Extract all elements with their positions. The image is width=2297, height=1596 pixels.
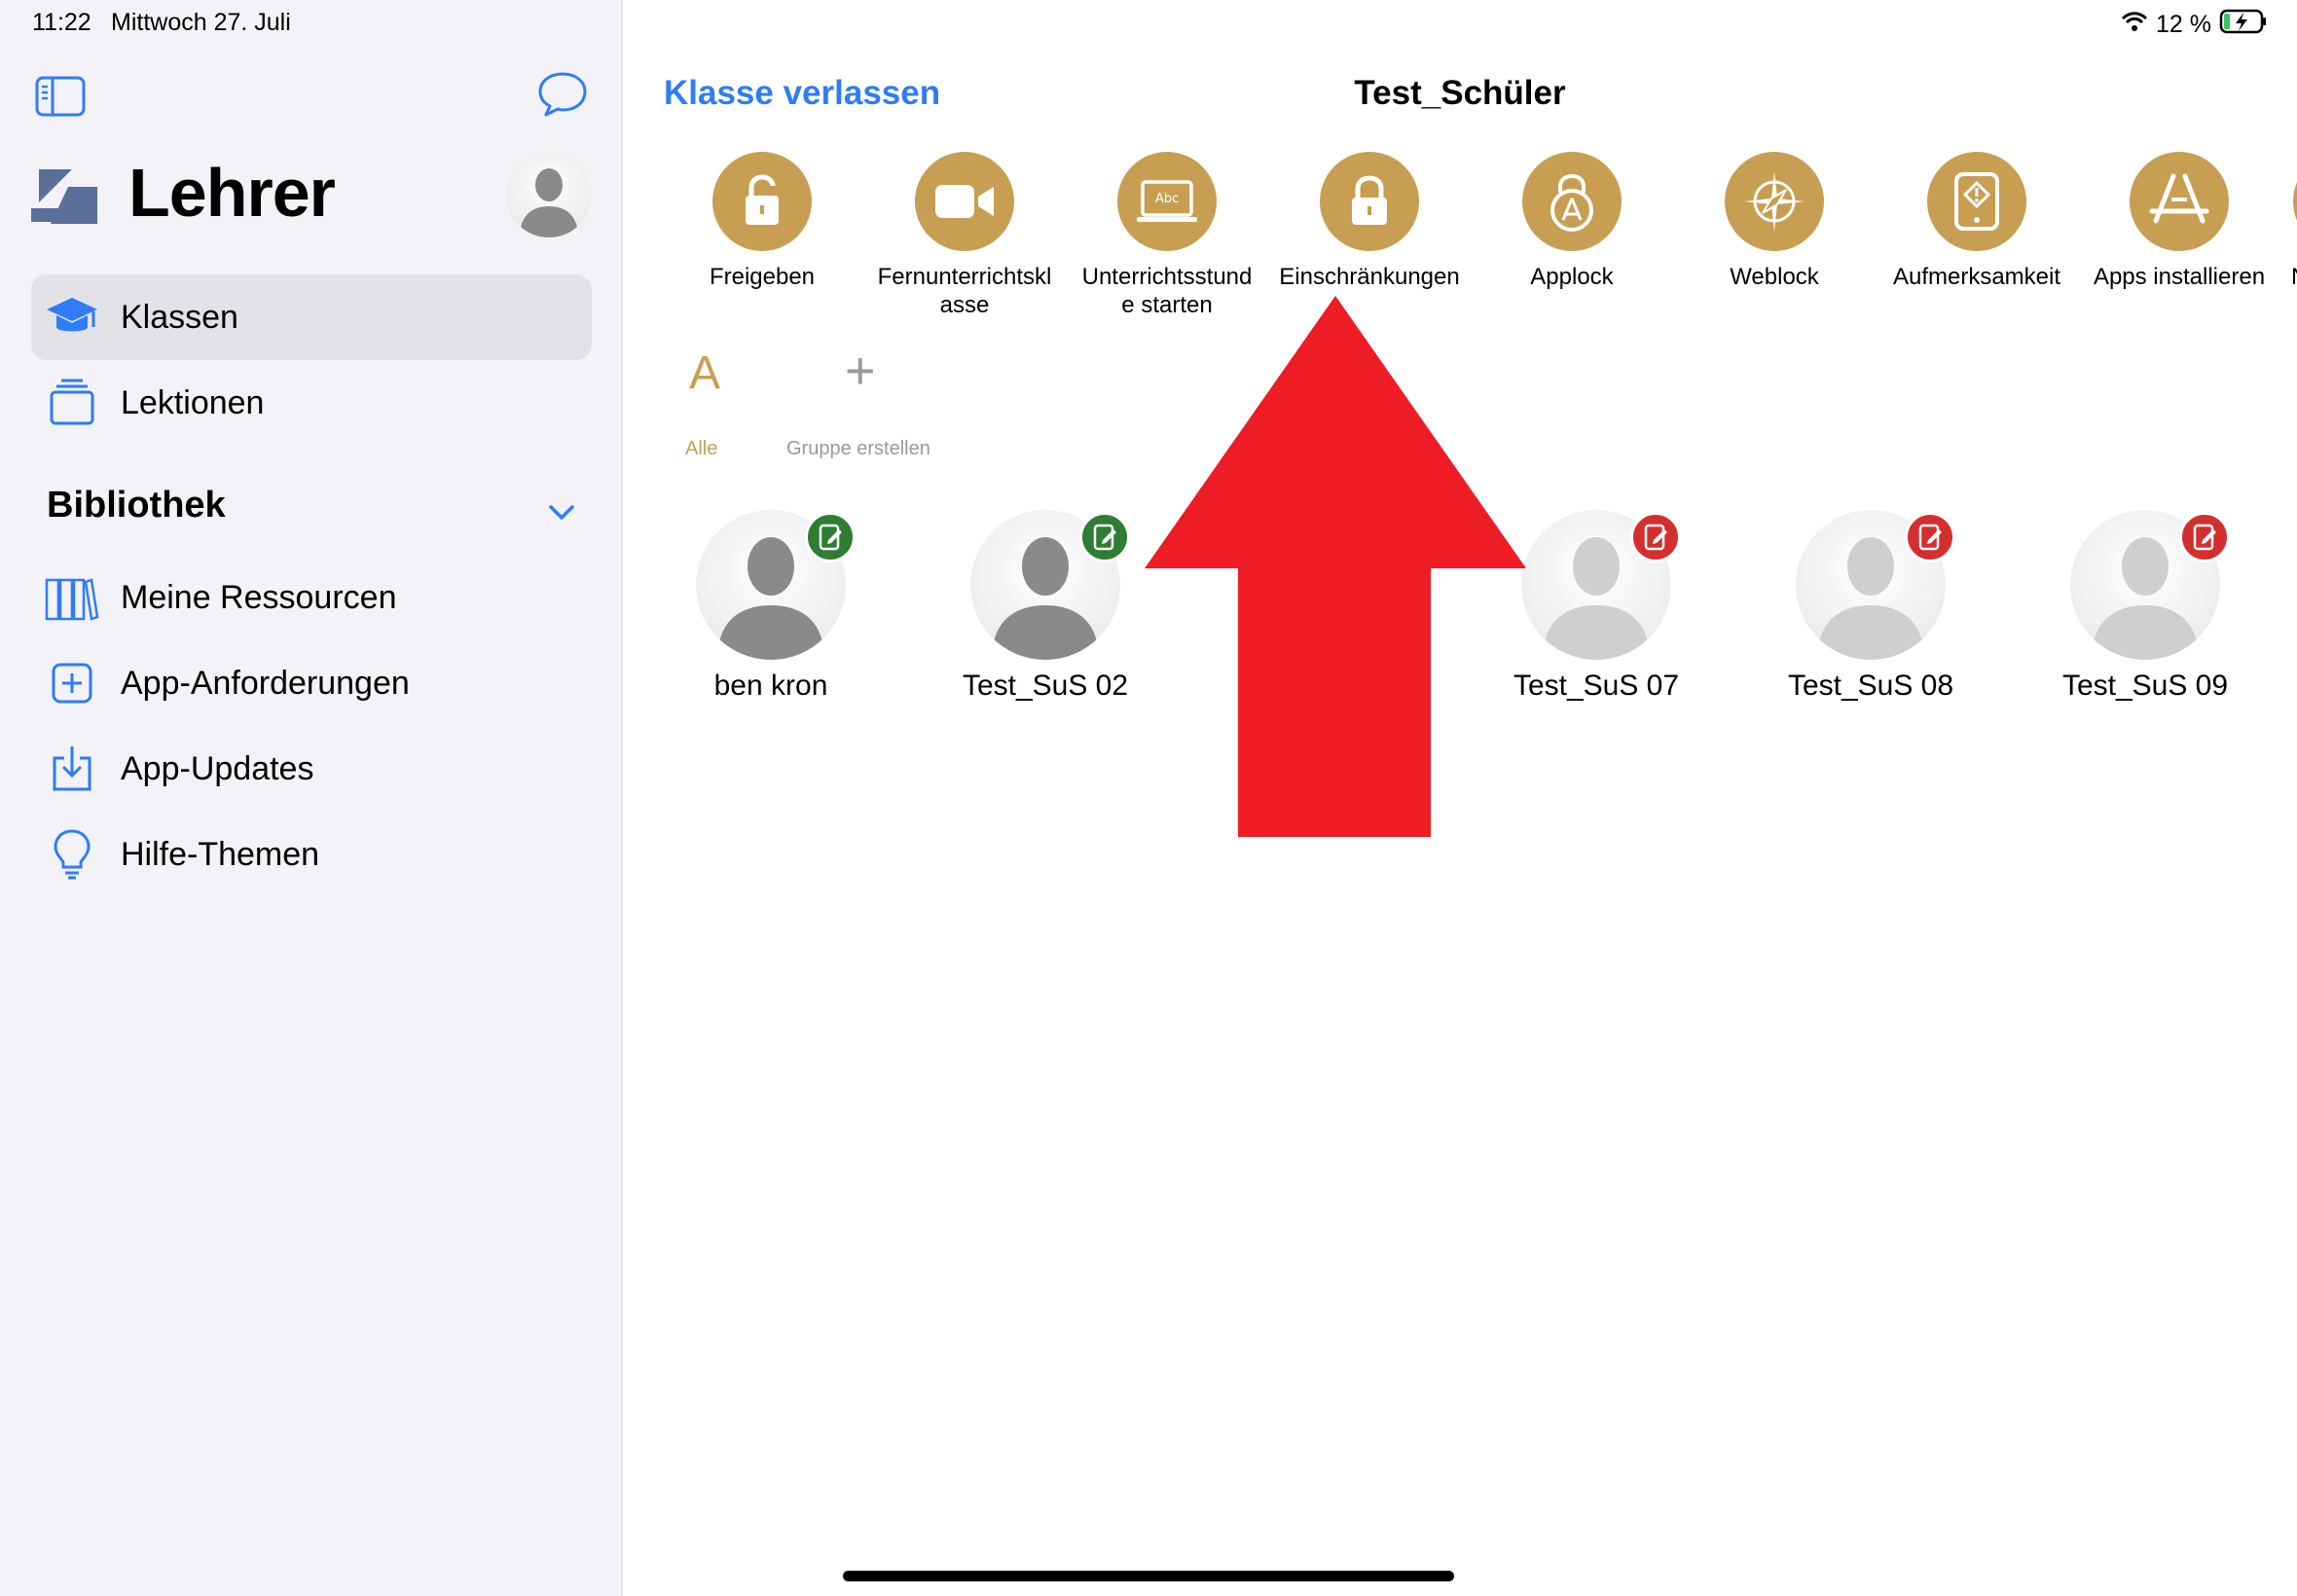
action-aufmerksamkeit[interactable]: Aufmerksamkeit xyxy=(1877,152,2077,291)
app-logo-icon xyxy=(29,163,99,228)
action-label: Freigeben xyxy=(709,264,816,290)
student-name: ben kron xyxy=(713,670,828,702)
lightbulb-icon xyxy=(45,827,99,882)
sidebar-item-label: Hilfe-Themen xyxy=(121,835,320,873)
sidebar-item-label: App-Updates xyxy=(121,749,314,787)
red-arrow-annotation-icon xyxy=(1141,292,1530,839)
action-weblock[interactable]: Weblock xyxy=(1674,152,1875,291)
sidebar-item-label: Lektionen xyxy=(121,383,265,421)
action-label: Applock xyxy=(1530,264,1614,290)
online-device-badge-icon xyxy=(1079,512,1130,562)
action-label: Fernunterrichtskl asse xyxy=(877,264,1052,318)
action-label: Apps installieren xyxy=(2093,264,2266,290)
profile-avatar[interactable] xyxy=(506,152,592,237)
offline-device-badge-icon xyxy=(2179,512,2230,562)
student-name: Test_SuS 08 xyxy=(1787,670,1954,702)
action-fernunterricht[interactable]: Fernunterrichtskl asse xyxy=(864,152,1065,319)
laptop-abc-icon: Abc xyxy=(1137,180,1197,222)
offline-device-badge-icon xyxy=(1630,512,1681,562)
student-name: Test_SuS 02 xyxy=(962,670,1129,702)
wifi-icon xyxy=(2121,11,2148,39)
battery-charging-icon xyxy=(2219,9,2268,41)
sidebar-item-app-anforderungen[interactable]: App-Anforderungen xyxy=(31,640,592,726)
action-applock[interactable]: Applock xyxy=(1472,152,1672,291)
section-title-bibliothek: Bibliothek xyxy=(47,485,226,526)
download-icon xyxy=(45,742,99,796)
sidebar-item-klassen[interactable]: Klassen xyxy=(31,274,592,360)
sidebar-item-hilfe-themen[interactable]: Hilfe-Themen xyxy=(31,812,592,897)
status-time: 11:22 xyxy=(32,9,91,36)
sidebar-item-label: Meine Ressourcen xyxy=(121,578,397,616)
group-all-label[interactable]: Alle xyxy=(685,438,717,460)
chat-bubble-icon[interactable] xyxy=(537,70,588,119)
app-lock-icon xyxy=(1550,173,1593,232)
action-label: Einschränkungen xyxy=(1279,264,1460,290)
sidebar: 11:22 Mittwoch 27. Juli Lehrer Klassen L… xyxy=(0,0,623,1596)
tablet-alert-icon xyxy=(1954,172,1999,231)
video-camera-icon xyxy=(935,185,994,218)
student-card[interactable]: Test_SuS 08 xyxy=(1754,510,1987,703)
add-group-icon[interactable]: + xyxy=(845,341,876,401)
sidebar-toggle-icon[interactable] xyxy=(35,76,86,117)
sidebar-item-meine-ressourcen[interactable]: Meine Ressourcen xyxy=(31,555,592,640)
chevron-down-icon[interactable] xyxy=(545,496,578,529)
student-card[interactable]: Test_SuS 09 xyxy=(2028,510,2262,703)
status-right: 12 % xyxy=(2121,9,2268,41)
sidebar-item-label: Klassen xyxy=(121,298,238,336)
action-label: Weblock xyxy=(1730,264,1819,290)
svg-text:Abc: Abc xyxy=(1155,192,1179,206)
action-einschraenkungen[interactable]: Einschränkungen xyxy=(1269,152,1470,291)
action-apps-installieren[interactable]: Apps installieren xyxy=(2079,152,2279,291)
sidebar-item-app-updates[interactable]: App-Updates xyxy=(31,726,592,812)
action-label: Na xyxy=(2291,263,2297,291)
unlock-icon xyxy=(746,174,779,225)
action-freigeben[interactable]: Freigeben xyxy=(662,152,862,291)
plus-square-icon xyxy=(45,656,99,710)
student-card[interactable]: ben kron xyxy=(654,510,888,703)
sidebar-item-lektionen[interactable]: Lektionen xyxy=(31,360,592,446)
app-title: Lehrer xyxy=(128,155,336,231)
compass-icon xyxy=(1744,171,1805,232)
status-date: Mittwoch 27. Juli xyxy=(111,9,291,36)
student-card[interactable]: Test_SuS 02 xyxy=(929,510,1162,703)
class-title: Test_Schüler xyxy=(1354,74,1566,112)
group-all-icon[interactable]: A xyxy=(689,346,720,400)
online-device-badge-icon xyxy=(805,512,856,562)
books-icon xyxy=(45,570,99,625)
graduation-cap-icon xyxy=(45,290,99,345)
sidebar-item-label: App-Anforderungen xyxy=(121,664,410,702)
offline-device-badge-icon xyxy=(1905,512,1955,562)
stack-icon xyxy=(45,376,99,430)
battery-percent: 12 % xyxy=(2156,11,2211,38)
lock-icon xyxy=(1352,175,1387,225)
create-group-label[interactable]: Gruppe erstellen xyxy=(786,438,930,460)
action-label: Aufmerksamkeit xyxy=(1892,264,2061,290)
app-store-icon xyxy=(2149,173,2209,224)
student-name: Test_SuS 09 xyxy=(2061,670,2229,702)
action-partial[interactable]: Na xyxy=(2281,152,2297,291)
home-indicator[interactable] xyxy=(843,1571,1454,1581)
